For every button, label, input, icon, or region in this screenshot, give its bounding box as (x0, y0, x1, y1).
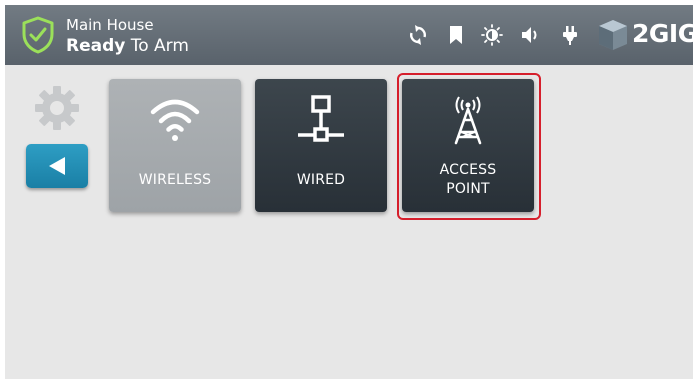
radio-tower-icon (454, 96, 482, 145)
brightness-icon[interactable] (481, 24, 503, 46)
arm-status-rest: To Arm (125, 36, 189, 56)
arm-status: Ready To Arm (66, 36, 189, 56)
back-button[interactable] (26, 144, 88, 188)
gear-icon[interactable] (33, 84, 81, 132)
tile-label: ACCESS POINT (439, 162, 497, 197)
wifi-icon (150, 99, 200, 141)
shield-check-icon (22, 16, 54, 54)
back-arrow-icon (49, 157, 65, 175)
wired-network-icon (298, 95, 344, 142)
tile-label: WIRELESS (138, 172, 212, 188)
sync-icon[interactable] (407, 24, 429, 46)
bookmark-icon[interactable] (445, 24, 467, 46)
power-plug-icon[interactable] (559, 24, 581, 46)
tile-access-point[interactable]: ACCESS POINT (402, 79, 534, 212)
tile-label: WIRED (296, 172, 346, 188)
brand-logo-text: 2GIG (632, 19, 693, 48)
arm-status-bold: Ready (66, 36, 126, 56)
panel-screen: Main House Ready To Arm 2GIG WIRELESS WI… (5, 5, 693, 379)
location-name: Main House (66, 16, 154, 34)
volume-icon[interactable] (520, 24, 542, 46)
status-header: Main House Ready To Arm 2GIG (5, 5, 693, 65)
tile-wireless[interactable]: WIRELESS (109, 79, 241, 212)
tile-wired[interactable]: WIRED (255, 79, 387, 212)
